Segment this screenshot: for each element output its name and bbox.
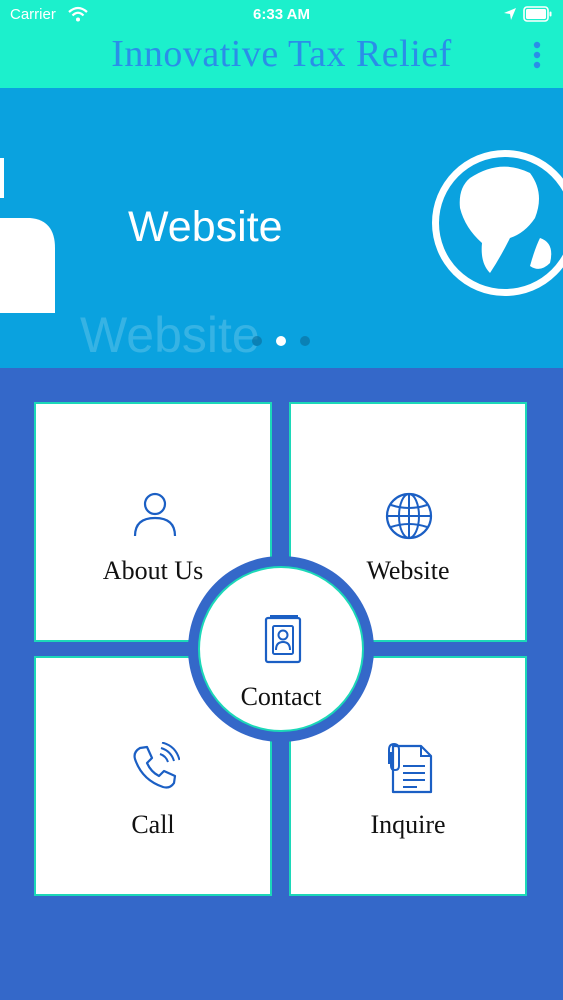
- document-icon: [388, 742, 433, 794]
- inquire-label: Inquire: [370, 810, 446, 839]
- contact-book-icon: [264, 615, 302, 664]
- person-silhouette-icon: [0, 158, 55, 313]
- phone-icon: [133, 742, 180, 789]
- globe-icon: [432, 150, 563, 296]
- status-bar: Carrier 6:33 AM: [0, 0, 563, 30]
- contact-label: Contact: [240, 682, 322, 711]
- globe-icon: [385, 492, 433, 540]
- banner-watermark: Website: [80, 307, 260, 363]
- banner-carousel[interactable]: Website Website: [0, 88, 563, 368]
- app-title: Innovative Tax Relief: [111, 33, 452, 75]
- call-label: Call: [131, 810, 175, 839]
- page-dot[interactable]: [252, 336, 262, 346]
- person-icon: [133, 492, 177, 537]
- app-header: Carrier 6:33 AM Innovative Tax Relief: [0, 0, 563, 88]
- contact-button[interactable]: Contact: [198, 566, 364, 732]
- banner-title: Website: [128, 203, 283, 251]
- more-vertical-icon[interactable]: [528, 38, 546, 72]
- page-dot[interactable]: [300, 336, 310, 346]
- battery-icon: [523, 6, 552, 22]
- status-time: 6:33 AM: [253, 6, 310, 23]
- page-dot-active[interactable]: [276, 336, 286, 346]
- location-arrow-icon: [504, 8, 516, 20]
- carousel-page-indicator[interactable]: [250, 336, 320, 348]
